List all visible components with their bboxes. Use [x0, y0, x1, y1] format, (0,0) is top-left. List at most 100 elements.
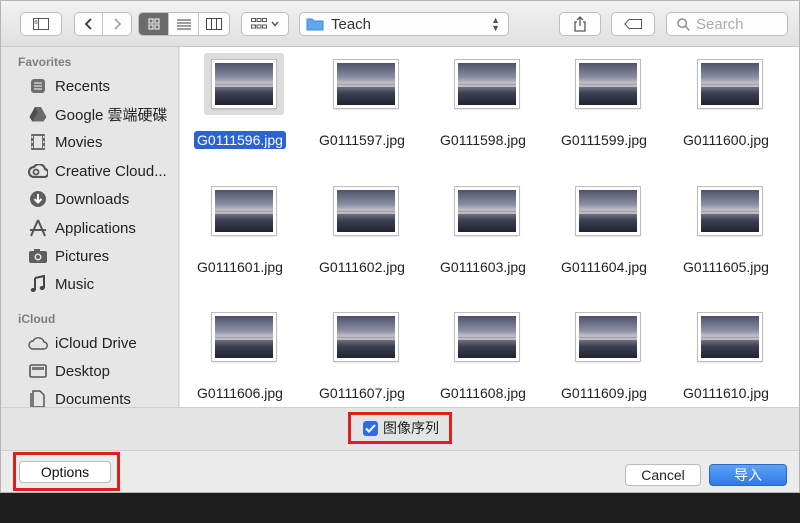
- image-thumbnail-icon: [334, 60, 398, 108]
- arrange-grid-icon: [251, 18, 267, 29]
- file-item[interactable]: G0111609.jpg: [544, 300, 664, 415]
- image-thumbnail-icon: [212, 187, 276, 235]
- column-view-button[interactable]: [199, 13, 229, 35]
- path-popup[interactable]: Teach ▲ ▼: [299, 12, 509, 36]
- file-thumbnail-wrap: [326, 180, 406, 242]
- forward-button[interactable]: [103, 13, 131, 35]
- file-thumbnail-wrap: [568, 306, 648, 368]
- sidebar-header-icloud: iCloud: [18, 312, 56, 326]
- image-thumbnail-icon: [698, 187, 762, 235]
- file-item[interactable]: G0111599.jpg: [544, 47, 664, 162]
- file-item[interactable]: G0111610.jpg: [666, 300, 786, 415]
- options-button[interactable]: Options: [19, 461, 111, 483]
- toolbar: Teach ▲ ▼: [1, 1, 799, 47]
- file-name: G0111598.jpg: [440, 132, 526, 148]
- file-item[interactable]: G0111608.jpg: [423, 300, 543, 415]
- path-folder-label: Teach: [331, 15, 372, 33]
- file-thumbnail-wrap: [690, 180, 770, 242]
- image-thumbnail-icon: [455, 60, 519, 108]
- image-thumbnail-icon: [698, 313, 762, 361]
- open-dialog: Teach ▲▼ Favorites Recents Google 雲端硬碟 M…: [0, 0, 800, 493]
- accessory-bar: 图像序列: [1, 407, 799, 451]
- file-name: G0111602.jpg: [319, 259, 405, 275]
- sidebar-item-label: Downloads: [55, 190, 130, 208]
- creative-cloud-icon: [28, 161, 48, 181]
- tag-button[interactable]: [611, 12, 655, 36]
- sidebar-item-icloud-drive[interactable]: iCloud Drive: [1, 329, 178, 357]
- sidebar-item-downloads[interactable]: Downloads: [1, 185, 178, 213]
- sidebar-item-label: Pictures: [55, 247, 110, 265]
- sidebar-item-label: iCloud Drive: [55, 334, 137, 352]
- sidebar-item-google-drive[interactable]: Google 雲端硬碟: [1, 100, 178, 128]
- documents-icon: [28, 389, 48, 407]
- sidebar-item-creative-cloud[interactable]: Creative Cloud...: [1, 157, 178, 185]
- options-button-highlight: Options: [13, 452, 120, 491]
- desktop-icon: [28, 361, 48, 381]
- movies-icon: [28, 132, 48, 152]
- image-thumbnail-icon: [576, 313, 640, 361]
- bottom-bar: Options Cancel 导入: [1, 452, 799, 492]
- search-field[interactable]: [666, 12, 788, 36]
- file-thumbnail-wrap: [204, 306, 284, 368]
- sidebar-item-music[interactable]: Music: [1, 270, 178, 298]
- file-thumbnail-wrap: [447, 306, 527, 368]
- file-name: G0111601.jpg: [197, 259, 283, 275]
- file-item[interactable]: G0111603.jpg: [423, 174, 543, 289]
- sidebar-item-applications[interactable]: Applications: [1, 214, 178, 242]
- folder-icon: [306, 18, 324, 31]
- file-thumbnail-wrap: [447, 53, 527, 115]
- columns-icon: [206, 18, 222, 30]
- updown-chevron-icon: ▲ ▼: [491, 15, 500, 33]
- cancel-button[interactable]: Cancel: [625, 464, 701, 486]
- sidebar-item-movies[interactable]: Movies: [1, 128, 178, 156]
- image-sequence-checkbox-highlight: 图像序列: [348, 412, 452, 444]
- back-button[interactable]: [75, 13, 103, 35]
- file-name: G0111610.jpg: [683, 385, 769, 401]
- image-sequence-checkbox[interactable]: [363, 420, 378, 436]
- cloud-icon: [28, 333, 48, 353]
- image-thumbnail-icon: [698, 60, 762, 108]
- file-item[interactable]: G0111598.jpg: [423, 47, 543, 162]
- file-item[interactable]: G0111600.jpg: [666, 47, 786, 162]
- image-thumbnail-icon: [455, 187, 519, 235]
- arrange-menu-button[interactable]: [241, 12, 289, 36]
- file-item[interactable]: G0111602.jpg: [302, 174, 422, 289]
- grid-icon: [148, 18, 159, 30]
- file-item[interactable]: G0111597.jpg: [302, 47, 422, 162]
- file-thumbnail-wrap: [568, 53, 648, 115]
- icon-view-button[interactable]: [139, 13, 169, 35]
- file-name: G0111609.jpg: [561, 385, 647, 401]
- file-item-selected[interactable]: G0111596.jpg: [180, 47, 300, 162]
- sidebar-item-documents[interactable]: Documents: [1, 385, 178, 407]
- file-name: G0111596.jpg: [180, 131, 300, 149]
- chevron-left-icon: [84, 18, 92, 30]
- file-item[interactable]: G0111607.jpg: [302, 300, 422, 415]
- image-thumbnail-icon: [212, 313, 276, 361]
- file-name: G0111604.jpg: [561, 259, 647, 275]
- view-mode-group: [138, 12, 230, 36]
- file-name: G0111599.jpg: [561, 132, 647, 148]
- back-forward-group: [74, 12, 132, 36]
- file-name: G0111605.jpg: [683, 259, 769, 275]
- file-item[interactable]: G0111605.jpg: [666, 174, 786, 289]
- google-drive-icon: [28, 104, 48, 124]
- file-thumbnail-wrap: [690, 306, 770, 368]
- recents-icon: [28, 76, 48, 96]
- sidebar-item-recents[interactable]: Recents: [1, 72, 178, 100]
- file-item[interactable]: G0111601.jpg: [180, 174, 300, 289]
- list-view-button[interactable]: [169, 13, 199, 35]
- file-name: G0111606.jpg: [197, 385, 283, 401]
- file-grid: G0111596.jpg G0111597.jpg G0111598.jpg G…: [180, 47, 799, 407]
- file-name: G0111607.jpg: [319, 385, 405, 401]
- sidebar-toggle-button[interactable]: [20, 12, 62, 36]
- file-item[interactable]: G0111604.jpg: [544, 174, 664, 289]
- import-button[interactable]: 导入: [709, 464, 787, 486]
- sidebar-item-label: Music: [55, 275, 95, 293]
- sidebar-item-label: Creative Cloud...: [55, 162, 167, 180]
- sidebar: Favorites Recents Google 雲端硬碟 Movies Cre…: [1, 47, 179, 407]
- file-item[interactable]: G0111606.jpg: [180, 300, 300, 415]
- share-button[interactable]: [559, 12, 601, 36]
- search-input[interactable]: [696, 15, 776, 33]
- sidebar-item-pictures[interactable]: Pictures: [1, 242, 178, 270]
- sidebar-item-desktop[interactable]: Desktop: [1, 357, 178, 385]
